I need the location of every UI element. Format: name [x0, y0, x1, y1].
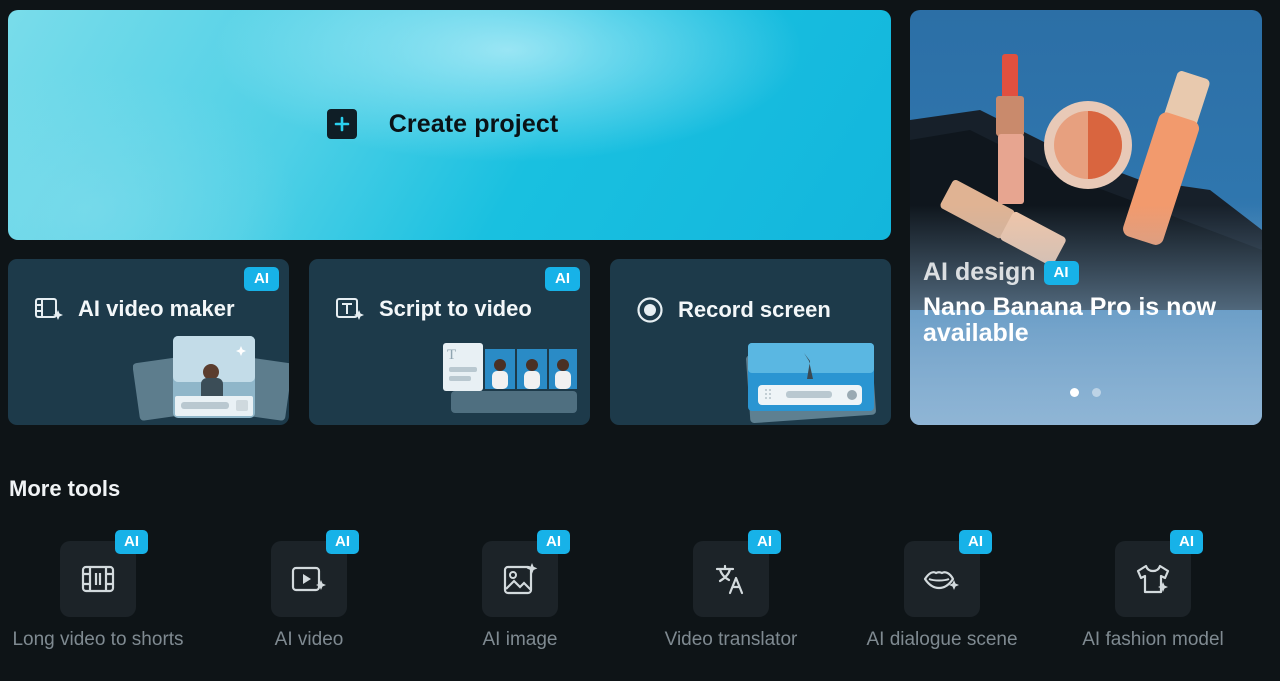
script-to-video-illustration: T [443, 343, 577, 413]
carousel-dots [1070, 388, 1101, 397]
ai-badge: AI [115, 530, 148, 554]
film-sparkle-icon [35, 298, 63, 320]
tool-video-translator[interactable]: AI Video translator [641, 530, 821, 680]
tool-ai-dialogue-scene[interactable]: AI AI dialogue scene [852, 530, 1032, 680]
tool-label: Long video to shorts [12, 629, 184, 650]
tool-label: Video translator [664, 629, 798, 650]
ai-video-maker-illustration [133, 336, 289, 421]
text-sparkle-icon [336, 298, 364, 320]
script-to-video-card[interactable]: AI Script to video T [309, 259, 590, 425]
ai-badge: AI [244, 267, 279, 291]
lips-sparkle-icon [923, 571, 959, 590]
card-title: AI video maker [78, 296, 235, 321]
image-sparkle-icon [503, 563, 538, 595]
ai-video-maker-card[interactable]: AI AI video maker [8, 259, 289, 425]
more-tools-title: More tools [9, 476, 121, 501]
ai-badge: AI [326, 530, 359, 554]
film-strip-icon [81, 565, 115, 593]
record-screen-illustration [746, 343, 876, 424]
ai-badge: AI [545, 267, 580, 291]
tool-ai-image[interactable]: AI AI image [430, 530, 610, 680]
promo-banner[interactable]: AI design AI Nano Banana Pro is now avai… [910, 10, 1262, 425]
ai-badge: AI [1043, 260, 1079, 285]
ai-badge: AI [959, 530, 992, 554]
carousel-dot[interactable] [1092, 388, 1101, 397]
shirt-sparkle-icon [1136, 564, 1170, 594]
ai-badge: AI [1170, 530, 1203, 554]
card-title-row: Script to video [335, 296, 532, 322]
record-screen-card[interactable]: Record screen [610, 259, 891, 425]
tool-label: AI fashion model [1082, 629, 1224, 650]
card-title-row: AI video maker [34, 296, 235, 322]
tool-label: AI video [274, 629, 344, 650]
create-project-label: Create project [388, 109, 559, 138]
promo-tag: AI design AI [923, 258, 1079, 287]
tool-long-video-to-shorts[interactable]: AI Long video to shorts [8, 530, 188, 680]
translate-icon [715, 564, 744, 595]
plus-icon [326, 109, 357, 139]
promo-heading: Nano Banana Pro is now available [923, 293, 1217, 347]
home-page: Create project AI AI video maker AI Scri… [0, 0, 1280, 681]
promo-tag-label: AI design [923, 258, 1036, 286]
create-project-button[interactable]: Create project [8, 10, 891, 240]
tool-label: AI image [482, 629, 558, 650]
tool-label: AI dialogue scene [866, 629, 1018, 650]
tool-ai-fashion-model[interactable]: AI AI fashion model [1063, 530, 1243, 680]
ai-badge: AI [537, 530, 570, 554]
ai-badge: AI [748, 530, 781, 554]
card-title: Script to video [379, 296, 532, 321]
card-title: Record screen [678, 297, 831, 322]
tool-ai-video[interactable]: AI AI video [219, 530, 399, 680]
record-icon [637, 297, 663, 323]
svg-text:T: T [447, 347, 456, 363]
video-play-sparkle-icon [291, 566, 326, 592]
card-title-row: Record screen [636, 296, 831, 324]
create-project-content: Create project [326, 109, 559, 139]
carousel-dot[interactable] [1070, 388, 1079, 397]
